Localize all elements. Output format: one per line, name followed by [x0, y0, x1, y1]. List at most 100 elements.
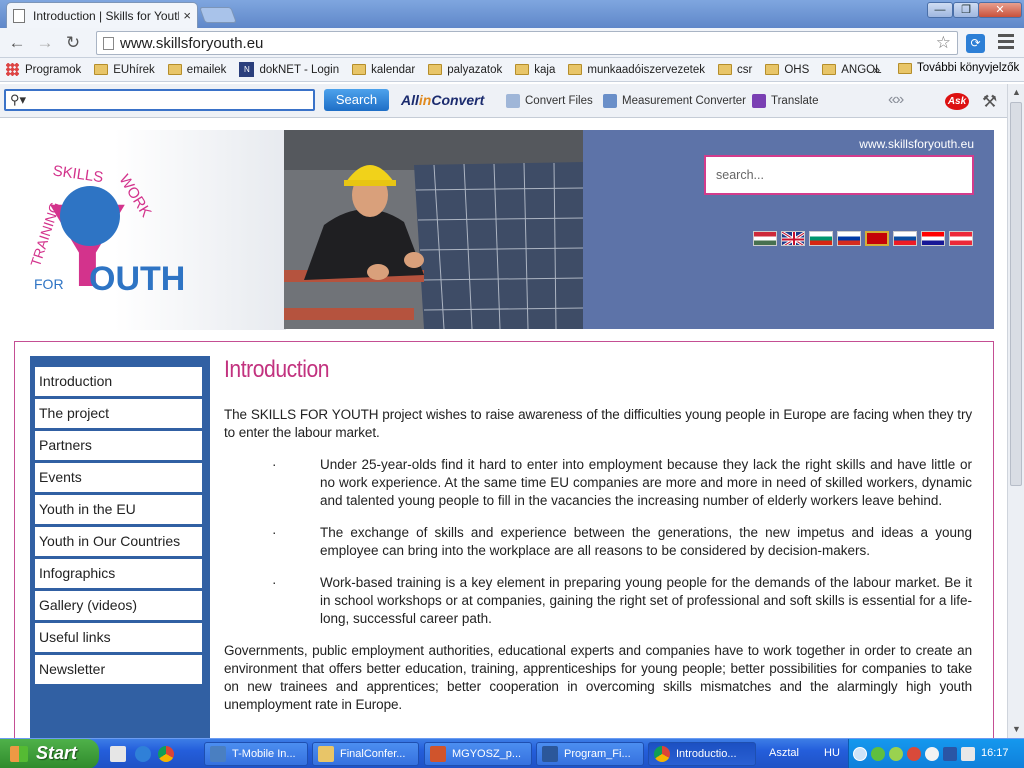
flag-montenegro-icon[interactable] [865, 231, 889, 246]
settings-wrench-icon[interactable]: ⚒ [982, 92, 997, 112]
bookmark-ohs[interactable]: OHS [765, 64, 809, 76]
folder-icon [318, 746, 334, 762]
folder-icon [717, 64, 732, 75]
translate-button[interactable]: Translate [752, 94, 819, 108]
maximize-button[interactable]: ❐ [953, 2, 979, 18]
folder-icon [167, 64, 182, 75]
task-introduction-chrome[interactable]: Introductio... [648, 742, 756, 766]
nav-item-introduction[interactable]: Introduction [35, 367, 202, 396]
ask-search-input[interactable]: ⚲▾ [4, 89, 315, 111]
browser-toolbar: ← → ↻ www.skillsforyouth.eu ☆ ⟳ [0, 28, 1024, 58]
tray-check-icon[interactable] [889, 747, 903, 761]
site-url-label[interactable]: www.skillsforyouth.eu [859, 137, 974, 151]
bullet-dot: · [272, 525, 277, 540]
browser-tab[interactable]: Introduction | Skills for Youth × [6, 2, 198, 28]
bullet-text: The exchange of skills and experience be… [320, 525, 972, 558]
internet-explorer-icon[interactable] [135, 746, 151, 762]
toolbar-scroll-arrows-icon[interactable]: « » [888, 91, 904, 109]
bookmark-star-icon[interactable]: ☆ [936, 33, 951, 53]
nav-item-partners[interactable]: Partners [35, 431, 202, 460]
bullet-dot: · [272, 575, 277, 590]
scrollbar-thumb[interactable] [1010, 102, 1022, 486]
bullet-text: Under 25-year-olds find it hard to enter… [320, 457, 972, 508]
minimize-button[interactable]: — [927, 2, 953, 18]
scroll-down-arrow-icon[interactable]: ▼ [1010, 723, 1023, 736]
translate-icon [752, 94, 766, 108]
tray-expand-icon[interactable] [853, 747, 867, 761]
flag-hungary-icon[interactable] [753, 231, 777, 246]
tray-security-icon[interactable] [871, 747, 885, 761]
close-window-button[interactable]: ✕ [978, 2, 1022, 18]
tray-volume-icon[interactable] [961, 747, 975, 761]
nav-item-useful-links[interactable]: Useful links [35, 623, 202, 652]
scroll-up-arrow-icon[interactable]: ▲ [1010, 86, 1023, 99]
measurement-converter-button[interactable]: Measurement Converter [603, 94, 746, 108]
folder-icon [822, 64, 837, 75]
extension-icon[interactable]: ⟳ [966, 34, 985, 53]
chrome-icon[interactable] [158, 746, 174, 762]
tab-close-icon[interactable]: × [183, 8, 191, 23]
sidebar-nav: Introduction The project Partners Events… [30, 356, 210, 738]
bullet-dot: · [272, 457, 277, 472]
page-title: Introduction [224, 356, 330, 383]
back-arrow-icon[interactable]: ← [6, 32, 28, 54]
language-indicator[interactable]: HU [824, 747, 840, 759]
header-blue-panel: www.skillsforyouth.eu search... [583, 130, 994, 329]
ask-search-button[interactable]: Search [324, 89, 389, 111]
bookmark-munkaadoiszervezetek[interactable]: munkaadóiszervezetek [568, 64, 705, 76]
clock: 16:17 [981, 747, 1009, 759]
other-bookmarks[interactable]: További könyvjelzők [898, 62, 1019, 74]
new-tab-button[interactable] [199, 7, 237, 23]
nav-item-gallery-videos[interactable]: Gallery (videos) [35, 591, 202, 620]
desktop-toolbar-label[interactable]: Asztal [769, 747, 799, 759]
forward-arrow-icon[interactable]: → [34, 32, 56, 54]
windows-logo-icon [10, 746, 28, 762]
nav-item-youth-in-our-countries[interactable]: Youth in Our Countries [35, 527, 202, 556]
flag-bulgaria-icon[interactable] [809, 231, 833, 246]
page-scrollbar[interactable]: ▲ ▼ [1007, 84, 1024, 738]
bookmarks-overflow-button[interactable]: » [873, 62, 880, 77]
ask-logo[interactable]: Ask [945, 93, 969, 110]
convert-files-button[interactable]: Convert Files [506, 94, 593, 108]
site-search-input[interactable]: search... [704, 155, 974, 195]
task-finalconfer[interactable]: FinalConfer... [312, 742, 419, 766]
tray-app-icon[interactable] [907, 747, 921, 761]
nav-item-infographics[interactable]: Infographics [35, 559, 202, 588]
flag-croatia-icon[interactable] [921, 231, 945, 246]
bookmark-programok[interactable]: Programok [6, 63, 81, 76]
folder-icon [428, 64, 443, 75]
chrome-icon [654, 746, 670, 762]
nav-item-newsletter[interactable]: Newsletter [35, 655, 202, 684]
allinconvert-logo[interactable]: AllinConvert [401, 92, 484, 108]
nav-item-events[interactable]: Events [35, 463, 202, 492]
bookmark-euhirek[interactable]: EUhírek [94, 64, 155, 76]
show-desktop-icon[interactable] [110, 746, 126, 762]
bookmark-emailek[interactable]: emailek [167, 64, 226, 76]
url-text[interactable]: www.skillsforyouth.eu [120, 35, 936, 52]
bookmark-kaja[interactable]: kaja [515, 64, 555, 76]
bookmark-kalendar[interactable]: kalendar [352, 64, 415, 76]
menu-icon[interactable] [998, 34, 1014, 50]
nav-item-youth-in-the-eu[interactable]: Youth in the EU [35, 495, 202, 524]
flag-slovenia-icon[interactable] [837, 231, 861, 246]
tab-title: Introduction | Skills for Youth [33, 8, 180, 23]
apps-grid-icon [6, 63, 19, 76]
tray-opera-icon[interactable] [925, 747, 939, 761]
task-program[interactable]: Program_Fi... [536, 742, 644, 766]
skills-for-youth-logo[interactable]: SKILLS WORK TRAINING Y FOR OUTH [12, 158, 184, 308]
tray-network-icon[interactable] [943, 747, 957, 761]
nav-item-the-project[interactable]: The project [35, 399, 202, 428]
bookmark-doknet[interactable]: NdokNET - Login [239, 62, 339, 77]
task-mgyosz[interactable]: MGYOSZ_p... [424, 742, 532, 766]
task-tmobile[interactable]: T-Mobile In... [204, 742, 308, 766]
flag-uk-icon[interactable] [781, 231, 805, 246]
flag-slovakia-icon[interactable] [893, 231, 917, 246]
bookmark-palyazatok[interactable]: palyazatok [428, 64, 502, 76]
address-bar[interactable]: www.skillsforyouth.eu ☆ [96, 31, 958, 55]
flag-austria-icon[interactable] [949, 231, 973, 246]
start-button[interactable]: Start [0, 739, 99, 768]
folder-icon [94, 64, 109, 75]
bookmark-csr[interactable]: csr [717, 64, 752, 76]
reload-icon[interactable]: ↻ [62, 32, 84, 54]
logo-for-text: FOR [34, 276, 64, 292]
